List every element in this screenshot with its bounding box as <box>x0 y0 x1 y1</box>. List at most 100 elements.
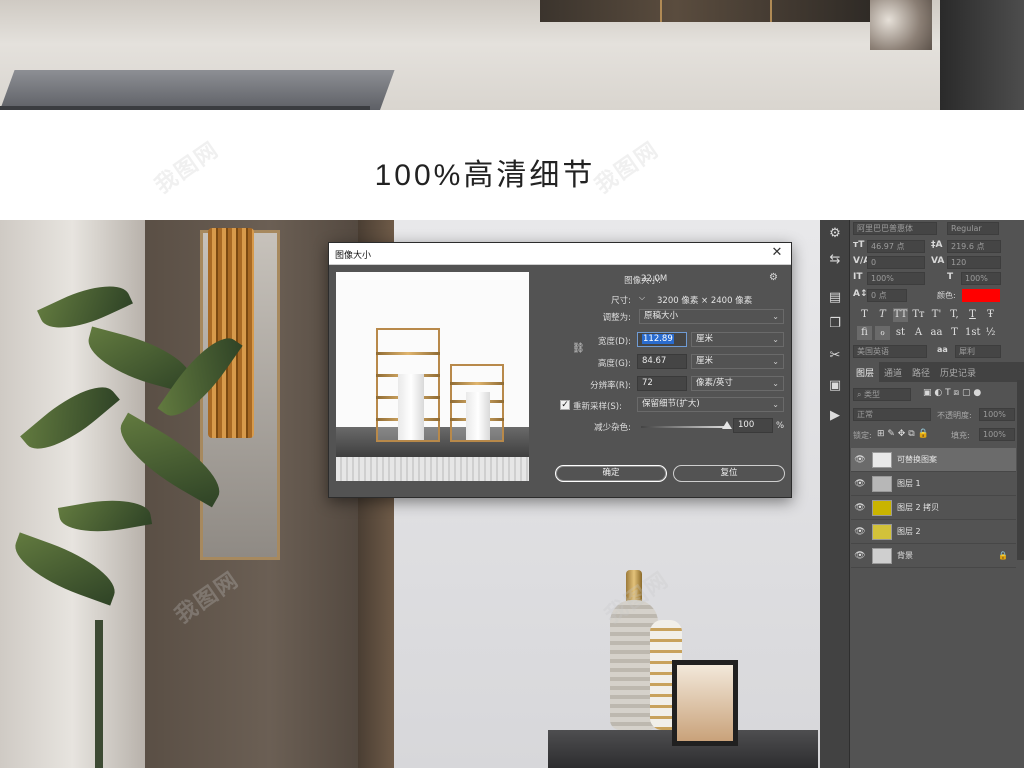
subscript-button[interactable]: T, <box>947 308 962 322</box>
kerning-field[interactable]: 0 <box>867 256 925 269</box>
language-select[interactable]: 美国英语 <box>853 345 927 358</box>
tab-layers[interactable]: 图层 <box>851 362 880 382</box>
image-preview[interactable] <box>336 272 529 481</box>
resolution-input[interactable]: 72 <box>637 376 687 391</box>
font-family-select[interactable]: 阿里巴巴普惠体 <box>853 222 937 235</box>
faux-bold-button[interactable]: T <box>857 308 872 322</box>
titling-button[interactable]: T <box>947 326 962 340</box>
width-value: 112.89 <box>642 334 674 344</box>
layer-name: 图层 2 拷贝 <box>897 503 940 512</box>
close-icon[interactable]: ✕ <box>769 245 785 260</box>
settings-sliders-icon[interactable]: ⚙ <box>820 220 850 246</box>
height-unit-select[interactable]: 厘米 ⌄ <box>691 354 784 369</box>
stylistic-alt-button[interactable]: aa <box>929 326 944 340</box>
reset-button[interactable]: 复位 <box>673 465 785 482</box>
eye-icon[interactable]: 👁 <box>851 503 869 513</box>
layers-panel: 图层 通道 路径 历史记录 ⌕ 类型 ▣ ◐ T ⧈ ▢ ● 正常 不透明度: … <box>851 362 1024 768</box>
resolution-unit: 像素/英寸 <box>696 378 733 388</box>
rug-edge <box>0 106 370 110</box>
dark-wall <box>940 0 1024 110</box>
resample-select[interactable]: 保留细节(扩大) ⌄ <box>637 397 784 412</box>
resample-label: 重新采样(S): <box>573 402 622 412</box>
wall-lamp <box>208 228 254 438</box>
noise-input[interactable]: 100 <box>733 418 773 433</box>
underline-button[interactable]: T <box>965 308 980 322</box>
ok-button[interactable]: 确定 <box>555 465 667 482</box>
leading-field[interactable]: 219.6 点 <box>947 240 1001 253</box>
superscript-button[interactable]: T' <box>929 308 944 322</box>
chevron-down-icon[interactable]: ⌵ <box>639 293 645 303</box>
square-icon[interactable]: ▣ <box>820 372 850 398</box>
font-size-field[interactable]: 46.97 点 <box>867 240 925 253</box>
noise-slider-thumb[interactable] <box>722 421 732 429</box>
noise-slider-track[interactable] <box>641 426 727 428</box>
eye-icon[interactable]: 👁 <box>851 455 869 465</box>
layer-row[interactable]: 👁 图层 2 <box>851 520 1016 544</box>
width-label: 宽度(D): <box>597 337 631 347</box>
layer-row[interactable]: 👁 图层 1 <box>851 472 1016 496</box>
all-caps-button[interactable]: TT <box>893 308 908 322</box>
faux-italic-button[interactable]: T <box>875 308 890 322</box>
faux-style-buttons: T T TT Tт T' T, T Ŧ <box>857 308 1022 322</box>
layer-row[interactable]: 👁 图层 2 拷贝 <box>851 496 1016 520</box>
image-size-dialog: 图像大小 ✕ 图像大小: 22.0M ⚙ 尺寸: ⌵ 3200 像素 × 240… <box>328 242 792 498</box>
chevron-down-icon: ⌄ <box>772 357 779 366</box>
antialias-select[interactable]: 犀利 <box>955 345 1001 358</box>
chevron-down-icon: ⌄ <box>772 400 779 409</box>
height-unit: 厘米 <box>696 356 714 366</box>
fill-field[interactable]: 100% <box>979 428 1015 441</box>
tab-channels[interactable]: 通道 <box>879 362 907 382</box>
tab-paths[interactable]: 路径 <box>907 362 935 382</box>
strikethrough-button[interactable]: Ŧ <box>983 308 998 322</box>
eye-icon[interactable]: 👁 <box>851 527 869 537</box>
lock-icons[interactable]: ⊞ ✎ ✥ ⧉ 🔒 <box>877 429 929 439</box>
eye-icon[interactable]: 👁 <box>851 551 869 561</box>
antialias-icon: aa <box>937 345 948 354</box>
fit-to-select[interactable]: 原稿大小 ⌄ <box>639 309 784 324</box>
dialog-title: 图像大小 <box>335 251 372 261</box>
layer-row[interactable]: 👁 可替换图案 <box>851 448 1016 472</box>
scissors-icon[interactable]: ✂ <box>820 342 850 368</box>
image-size-value: 22.0M <box>641 274 668 284</box>
play-icon[interactable]: ▶ <box>820 402 850 428</box>
eye-icon[interactable]: 👁 <box>851 479 869 489</box>
swash-button[interactable]: A <box>911 326 926 340</box>
horizontal-scale-field[interactable]: 100% <box>961 272 1001 285</box>
tab-history[interactable]: 历史记录 <box>935 362 981 382</box>
contextual-alt-button[interactable]: ℴ <box>875 326 890 340</box>
leading-icon: ‡A <box>931 240 943 250</box>
resample-checkbox[interactable]: ✓ <box>560 400 570 410</box>
discretionary-ligature-button[interactable]: st <box>893 326 908 340</box>
filter-icons[interactable]: ▣ ◐ T ⧈ ▢ ● <box>923 388 981 398</box>
character-panel: 阿里巴巴普惠体 Regular ᴛT 46.97 点 ‡A 219.6 点 V/… <box>851 220 1024 362</box>
height-label: 高度(G): <box>597 359 631 369</box>
copy-icon[interactable]: ❐ <box>820 310 850 336</box>
lock-label: 锁定: <box>853 431 872 440</box>
page-heading: 100%高清细节 <box>374 159 596 192</box>
candle-holder-large <box>376 328 440 442</box>
rug-shadow <box>0 70 395 110</box>
vertical-scale-field[interactable]: 100% <box>867 272 925 285</box>
layer-filter-select[interactable]: ⌕ 类型 <box>853 388 911 401</box>
small-caps-button[interactable]: Tт <box>911 308 926 322</box>
resolution-unit-select[interactable]: 像素/英寸 ⌄ <box>691 376 784 391</box>
tracking-field[interactable]: 120 <box>947 256 1001 269</box>
width-unit-select[interactable]: 厘米 ⌄ <box>691 332 784 347</box>
width-input[interactable]: 112.89 <box>637 332 687 347</box>
blend-mode-select[interactable]: 正常 <box>853 408 931 421</box>
layers-scrollbar[interactable] <box>1017 380 1024 560</box>
document-icon[interactable]: ▤ <box>820 284 850 310</box>
fraction-button[interactable]: ½ <box>983 326 998 340</box>
arrange-icon[interactable]: ⇆ <box>820 246 850 272</box>
baseline-shift-field[interactable]: 0 点 <box>867 289 907 302</box>
text-color-swatch[interactable] <box>962 289 1000 302</box>
dialog-titlebar[interactable]: 图像大小 ✕ <box>329 243 791 265</box>
opacity-field[interactable]: 100% <box>979 408 1015 421</box>
layer-row[interactable]: 👁 背景 🔒 <box>851 544 1016 568</box>
font-style-select[interactable]: Regular <box>947 222 999 235</box>
height-input[interactable]: 84.67 <box>637 354 687 369</box>
ligature-button[interactable]: fi <box>857 326 872 340</box>
gear-icon[interactable]: ⚙ <box>769 272 778 283</box>
ordinal-button[interactable]: 1st <box>965 326 981 340</box>
holder-ring <box>376 352 440 355</box>
